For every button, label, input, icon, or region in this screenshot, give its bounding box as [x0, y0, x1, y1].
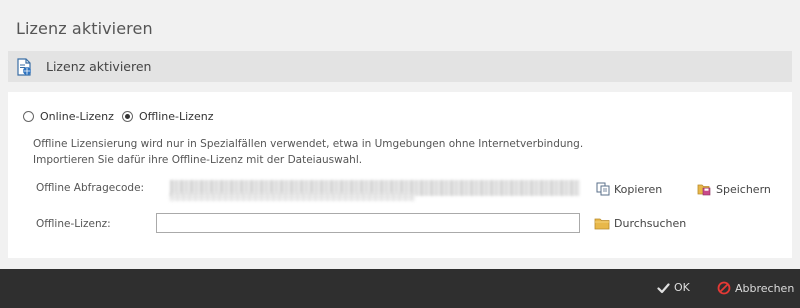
window-title: Lizenz aktivieren: [16, 19, 153, 38]
copy-label: Kopieren: [614, 182, 663, 196]
radio-offline-label: Offline-Lizenz: [138, 110, 214, 123]
license-mode-group: Online-Lizenz Offline-Lizenz: [23, 110, 221, 123]
save-label: Speichern: [716, 182, 771, 196]
radio-online-license[interactable]: Online-Lizenz: [23, 110, 114, 123]
license-document-icon: [17, 57, 31, 76]
section-header: Lizenz aktivieren: [8, 51, 792, 82]
radio-offline-indicator[interactable]: [121, 111, 133, 122]
cancel-icon: [717, 281, 731, 295]
request-code-value-line2: [170, 193, 415, 201]
radio-online-indicator[interactable]: [23, 111, 34, 122]
request-code-label: Offline Abfragecode:: [36, 182, 145, 194]
description-line-2: Importieren Sie dafür ihre Offline-Lizen…: [33, 154, 363, 166]
cancel-label: Abbrechen: [735, 281, 795, 295]
cancel-button[interactable]: Abbrechen: [717, 281, 794, 295]
checkmark-icon: [657, 282, 670, 293]
browse-label: Durchsuchen: [614, 217, 687, 230]
browse-button[interactable]: Durchsuchen: [594, 217, 686, 230]
radio-offline-license[interactable]: Offline-Lizenz: [121, 110, 214, 123]
section-title: Lizenz aktivieren: [46, 59, 152, 74]
ok-button[interactable]: OK: [657, 281, 690, 294]
description: Offline Lizensierung wird nur in Spezial…: [33, 136, 583, 168]
offline-license-input[interactable]: [156, 213, 580, 233]
save-button[interactable]: Speichern: [697, 182, 771, 196]
radio-online-label: Online-Lizenz: [40, 110, 114, 123]
folder-icon: [594, 218, 610, 230]
ok-label: OK: [674, 281, 690, 294]
description-line-1: Offline Lizensierung wird nur in Spezial…: [33, 138, 584, 150]
save-icon: [697, 184, 711, 196]
copy-icon: [596, 182, 610, 196]
copy-button[interactable]: Kopieren: [596, 182, 662, 196]
offline-license-label: Offline-Lizenz:: [36, 218, 111, 230]
